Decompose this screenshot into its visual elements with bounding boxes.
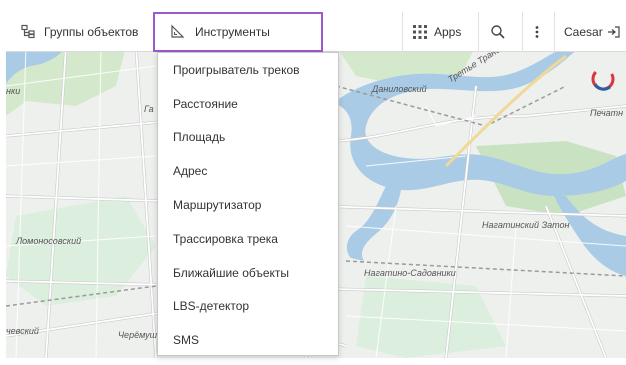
map-label: Нагатинский Затон	[482, 220, 570, 230]
park-area	[356, 276, 506, 358]
more-vertical-icon	[535, 26, 539, 38]
river	[346, 186, 401, 261]
map-label: Га	[144, 104, 154, 114]
menu-item-address[interactable]: Адрес	[158, 154, 338, 188]
menu-item-track-player[interactable]: Проигрыватель треков	[158, 53, 338, 87]
toolbar-divider	[554, 12, 555, 52]
menu-item-area[interactable]: Площадь	[158, 121, 338, 155]
menu-item-sms[interactable]: SMS	[158, 323, 338, 357]
top-toolbar: Группы объектов Инструменты Apps Caesar	[6, 12, 626, 52]
search-icon	[491, 25, 505, 39]
apps-grid-icon	[413, 25, 427, 39]
map-label: Печатн	[590, 108, 624, 118]
toolbar-divider	[478, 12, 479, 52]
groups-button[interactable]: Группы объектов	[20, 12, 138, 52]
map-label: Черёмуш	[118, 330, 158, 340]
user-menu-button[interactable]: Caesar	[564, 12, 621, 52]
menu-item-track-tracing[interactable]: Трассировка трека	[158, 222, 338, 256]
map-label: Ломоносовский	[16, 236, 82, 246]
map-label: нки	[6, 86, 21, 96]
groups-icon	[21, 24, 35, 39]
ruler-triangle-icon	[171, 24, 185, 38]
tools-label: Инструменты	[195, 25, 270, 39]
logout-icon	[607, 26, 620, 38]
menu-item-distance[interactable]: Расстояние	[158, 87, 338, 121]
map-label: Нагатино-Садовники	[364, 268, 456, 278]
tools-dropdown-menu: Проигрыватель треков Расстояние Площадь …	[157, 52, 339, 356]
groups-label: Группы объектов	[44, 25, 139, 39]
menu-item-nearest-objects[interactable]: Ближайшие объекты	[158, 256, 338, 290]
menu-item-lbs-detector[interactable]: LBS-детектор	[158, 290, 338, 324]
apps-button[interactable]: Apps	[412, 12, 461, 52]
tools-tab[interactable]: Инструменты	[153, 12, 323, 52]
user-name: Caesar	[564, 25, 603, 39]
search-button[interactable]	[490, 12, 506, 52]
menu-item-router[interactable]: Маршрутизатор	[158, 188, 338, 222]
map-label: Даниловский	[372, 84, 427, 94]
more-menu-button[interactable]	[534, 12, 540, 52]
toolbar-divider	[522, 12, 523, 52]
brand-logo-icon	[591, 67, 615, 91]
map-label: чевский	[6, 326, 39, 336]
toolbar-divider	[402, 12, 403, 52]
apps-label: Apps	[434, 25, 462, 39]
